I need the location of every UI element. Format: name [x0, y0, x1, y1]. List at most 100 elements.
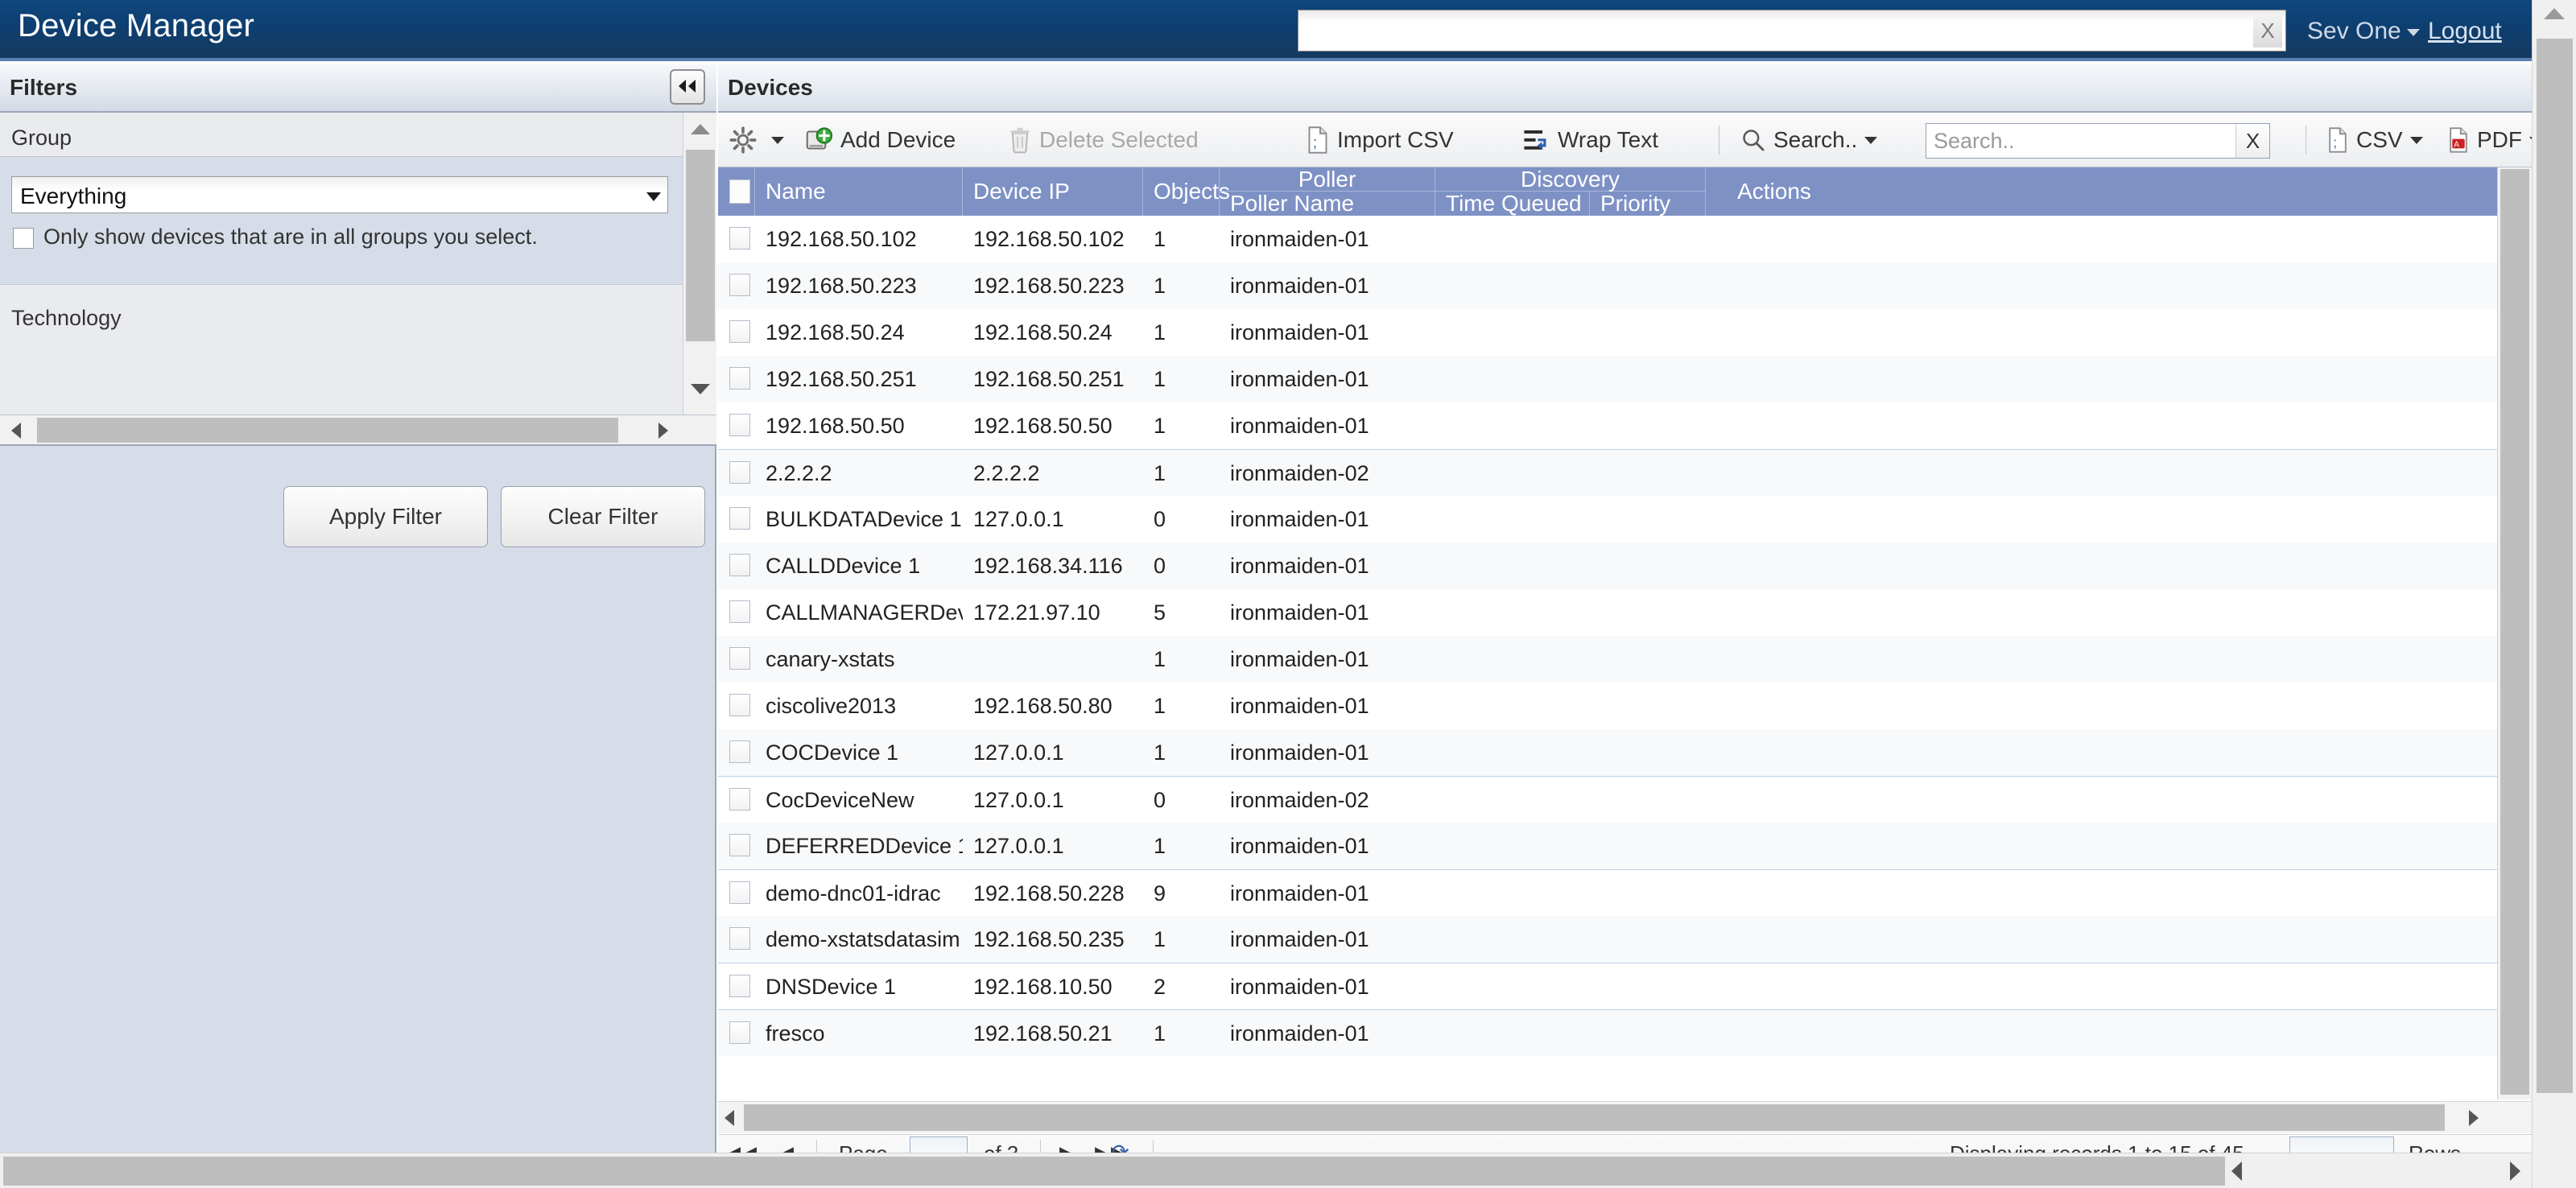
column-header-device-ip[interactable]: Device IP	[963, 167, 1143, 216]
clear-filter-button[interactable]: Clear Filter	[501, 486, 705, 547]
table-row[interactable]: 192.168.50.24 192.168.50.24 1 ironmaiden-01	[718, 309, 2497, 356]
filters-vertical-scrollbar[interactable]	[683, 113, 716, 415]
cell-time-queued	[1435, 402, 1590, 449]
scroll-left-arrow-icon[interactable]	[11, 423, 21, 439]
export-pdf-button[interactable]: A PDF	[2447, 113, 2542, 167]
row-select-checkbox[interactable]	[729, 927, 750, 950]
filters-horizontal-scrollbar[interactable]	[0, 415, 716, 446]
collapse-panel-button[interactable]	[670, 69, 705, 105]
group-select-value: Everything	[20, 184, 127, 208]
global-search-clear-icon[interactable]: X	[2253, 14, 2282, 47]
row-select-checkbox[interactable]	[729, 975, 750, 997]
table-row[interactable]: 192.168.50.50 192.168.50.50 1 ironmaiden-01	[718, 402, 2497, 449]
cell-time-queued	[1435, 636, 1590, 683]
select-all-header[interactable]	[718, 167, 755, 216]
scroll-up-arrow-icon[interactable]	[691, 124, 710, 134]
apply-filter-button[interactable]: Apply Filter	[283, 486, 488, 547]
only-all-groups-checkbox[interactable]	[13, 228, 34, 249]
chevron-down-icon[interactable]	[646, 192, 661, 201]
table-search-input[interactable]: Search.. X	[1926, 123, 2270, 159]
table-row[interactable]: BULKDATADevice 1 127.0.0.1 0 ironmaiden-01	[718, 496, 2497, 542]
table-row[interactable]: demo-xstatsdatasim 192.168.50.235 1 ironmai…	[718, 916, 2497, 963]
row-select-checkbox[interactable]	[729, 647, 750, 670]
add-device-button[interactable]: Add Device	[804, 113, 956, 167]
scrollbar-thumb[interactable]	[37, 418, 618, 443]
row-select-checkbox[interactable]	[729, 227, 750, 250]
cell-objects: 1	[1154, 740, 1166, 765]
table-search-clear-button[interactable]: X	[2235, 124, 2269, 158]
select-all-checkbox[interactable]	[729, 179, 750, 204]
chevron-down-icon[interactable]	[771, 136, 784, 144]
row-select-checkbox[interactable]	[729, 1021, 750, 1044]
scrollbar-thumb[interactable]	[2537, 39, 2573, 1093]
row-select-checkbox[interactable]	[729, 274, 750, 296]
chevron-down-icon[interactable]	[1864, 136, 1878, 144]
browser-vertical-scrollbar[interactable]	[2532, 0, 2576, 1188]
browser-horizontal-scrollbar[interactable]	[0, 1153, 2532, 1188]
scrollbar-thumb[interactable]	[744, 1104, 2445, 1131]
table-row[interactable]: 2.2.2.2 2.2.2.2 1 ironmaiden-02	[718, 449, 2497, 496]
export-csv-button[interactable]: ; CSV	[2326, 113, 2423, 167]
scrollbar-thumb[interactable]	[2500, 169, 2529, 1095]
row-select-checkbox[interactable]	[729, 414, 750, 436]
table-row[interactable]: fresco 192.168.50.21 1 ironmaiden-01	[718, 1009, 2497, 1056]
table-horizontal-scrollbar[interactable]	[718, 1101, 2532, 1133]
logout-link[interactable]: Logout	[2428, 18, 2502, 45]
chevron-down-icon[interactable]	[2407, 29, 2420, 36]
table-row[interactable]: canary-xstats 1 ironmaiden-01	[718, 636, 2497, 683]
table-row[interactable]: DNSDevice 1 192.168.10.50 2 ironmaiden-01	[718, 963, 2497, 1009]
column-header-priority[interactable]: Priority	[1590, 191, 1706, 216]
row-select-checkbox[interactable]	[729, 694, 750, 716]
row-select-checkbox[interactable]	[729, 834, 750, 856]
row-select-checkbox[interactable]	[729, 600, 750, 623]
table-row[interactable]: ciscolive2013 192.168.50.80 1 ironmaiden-01	[718, 683, 2497, 729]
group-select[interactable]: Everything	[11, 176, 668, 213]
column-header-poller-name[interactable]: Poller Name	[1220, 191, 1435, 216]
column-header-time-queued[interactable]: Time Queued	[1435, 191, 1590, 216]
scrollbar-thumb[interactable]	[686, 150, 715, 341]
delete-selected-button[interactable]: Delete Selected	[1008, 113, 1199, 167]
global-search-input[interactable]: X	[1298, 10, 2286, 52]
cell-priority	[1590, 777, 1706, 823]
table-row[interactable]: 192.168.50.102 192.168.50.102 1 ironmaiden-…	[718, 216, 2497, 262]
cell-priority	[1590, 402, 1706, 449]
row-select-checkbox[interactable]	[729, 320, 750, 343]
user-menu[interactable]: Sev One	[2307, 18, 2401, 45]
table-vertical-scrollbar[interactable]	[2497, 167, 2532, 1099]
table-row[interactable]: COCDevice 1 127.0.0.1 1 ironmaiden-01	[718, 729, 2497, 776]
table-row[interactable]: 192.168.50.251 192.168.50.251 1 ironmaiden-…	[718, 356, 2497, 402]
table-row[interactable]: demo-dnc01-idrac 192.168.50.228 9 ironmaide…	[718, 869, 2497, 916]
table-row[interactable]: CALLDDevice 1 192.168.34.116 0 ironmaiden-0…	[718, 542, 2497, 589]
scroll-left-arrow-icon[interactable]	[2231, 1161, 2242, 1181]
table-row[interactable]: CocDeviceNew 127.0.0.1 0 ironmaiden-02	[718, 776, 2497, 823]
scroll-up-arrow-icon[interactable]	[2544, 8, 2565, 19]
table-row[interactable]: DEFERREDDevice 1 127.0.0.1 1 ironmaiden-01	[718, 823, 2497, 869]
cell-time-queued	[1435, 450, 1590, 497]
chevron-down-icon[interactable]	[2409, 136, 2423, 144]
column-header-objects[interactable]: Objects	[1143, 167, 1230, 216]
svg-text:A: A	[2454, 140, 2459, 149]
column-header-name[interactable]: Name	[755, 167, 963, 216]
row-select-checkbox[interactable]	[729, 554, 750, 576]
scrollbar-thumb[interactable]	[3, 1157, 2225, 1186]
scroll-right-arrow-icon[interactable]	[658, 423, 668, 439]
group-section-label: Group	[11, 126, 72, 150]
row-select-checkbox[interactable]	[729, 788, 750, 811]
row-select-checkbox[interactable]	[729, 367, 750, 390]
row-select-checkbox[interactable]	[729, 740, 750, 763]
table-row[interactable]: 192.168.50.223 192.168.50.223 1 ironmaiden-…	[718, 262, 2497, 309]
scroll-down-arrow-icon[interactable]	[691, 384, 710, 394]
cell-ip: 192.168.50.24	[973, 320, 1113, 344]
wrap-text-button[interactable]: Wrap Text	[1523, 113, 1658, 167]
scroll-right-arrow-icon[interactable]	[2469, 1110, 2479, 1126]
settings-button[interactable]	[729, 113, 784, 167]
scroll-left-arrow-icon[interactable]	[724, 1110, 734, 1126]
cell-ip: 192.168.34.116	[973, 553, 1123, 578]
scroll-right-arrow-icon[interactable]	[2510, 1161, 2520, 1181]
row-select-checkbox[interactable]	[729, 461, 750, 484]
row-select-checkbox[interactable]	[729, 507, 750, 530]
search-menu-button[interactable]: Search..	[1740, 113, 1878, 167]
import-csv-button[interactable]: ; Import CSV	[1306, 113, 1454, 167]
row-select-checkbox[interactable]	[729, 881, 750, 904]
table-row[interactable]: CALLMANAGERDevice 1 172.21.97.10 5 ironmaid…	[718, 589, 2497, 636]
